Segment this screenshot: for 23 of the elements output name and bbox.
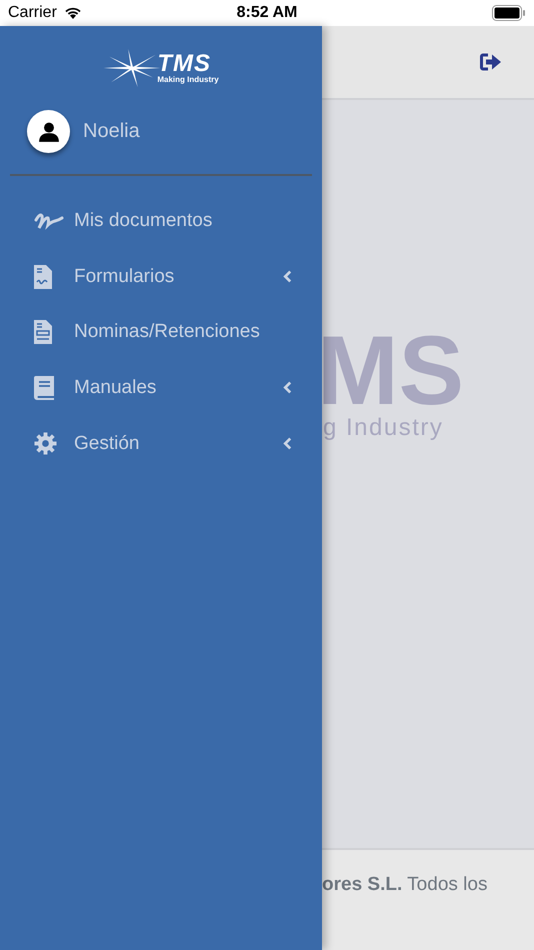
logout-icon[interactable] — [480, 53, 502, 71]
carrier-label: Carrier — [8, 4, 57, 22]
battery-icon — [492, 5, 526, 21]
copyright-text: ores S.L. Todos los — [322, 874, 488, 895]
settings-icon — [34, 432, 57, 456]
signature-icon — [34, 212, 64, 230]
menu-item[interactable]: Gestión — [0, 416, 322, 472]
menu-item[interactable]: Manuales — [0, 360, 322, 416]
avatar-icon — [27, 110, 70, 153]
menu-item[interactable]: Nominas/Retenciones — [0, 304, 322, 360]
chevron-left-icon — [283, 381, 292, 394]
logo-subtitle: Making Industry — [157, 74, 219, 84]
menu-item[interactable]: Mis documentos — [0, 193, 322, 249]
user-name: Noelia — [83, 120, 140, 143]
clock-time: 8:52 AM — [236, 4, 298, 22]
document-icon — [34, 320, 52, 344]
chevron-left-icon — [283, 437, 292, 450]
book-icon — [34, 376, 54, 400]
chevron-left-icon — [283, 270, 292, 284]
menu-item[interactable]: Formularios — [0, 248, 322, 304]
wifi-icon — [62, 6, 83, 20]
logo-title: TMS — [157, 52, 211, 74]
document-icon — [34, 264, 52, 289]
